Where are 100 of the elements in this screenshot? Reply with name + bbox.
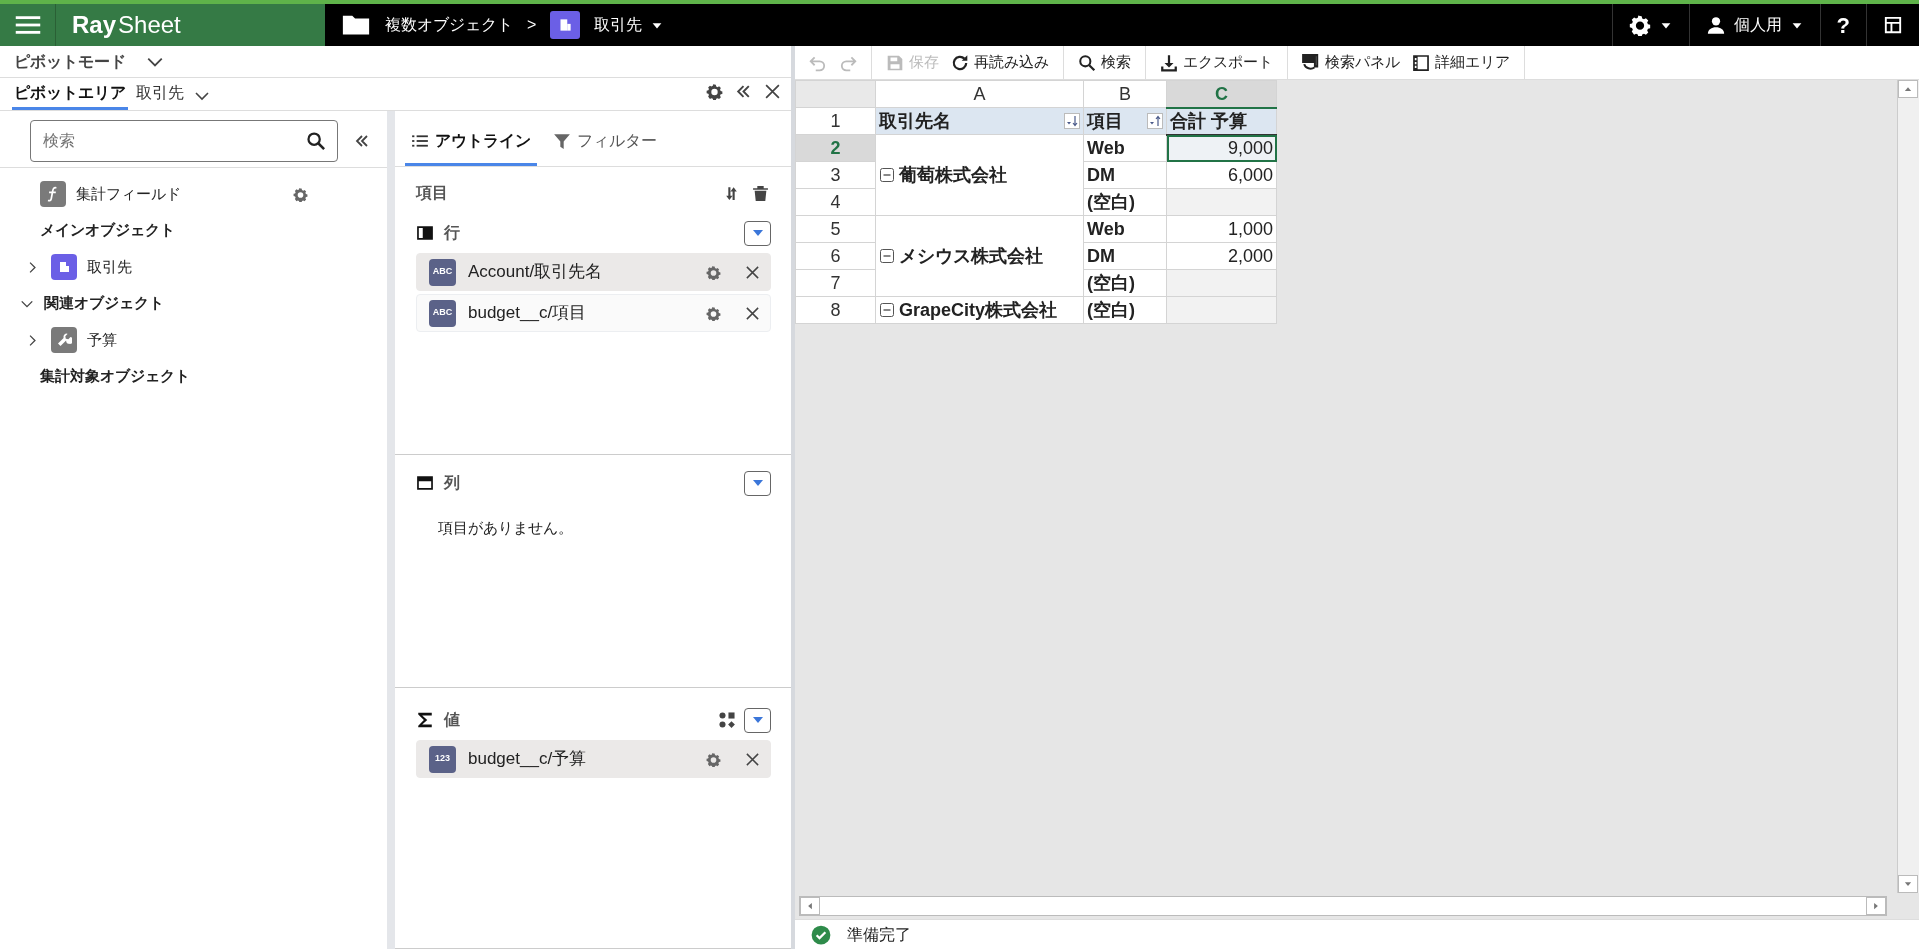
table-cell: 1,000 [1227,219,1273,239]
settings-icon [706,305,721,321]
group-label: 葡萄株式会社 [899,166,1007,184]
close-icon [745,751,760,767]
fields-heading: 項目 [416,183,448,203]
table-cell: Web [1083,134,1167,162]
dropdown-button[interactable] [744,707,771,733]
table-cell: 6,000 [1227,165,1273,185]
toolbar-button[interactable]: 詳細エリア [1412,51,1510,74]
filter-icon [553,132,571,150]
settings-button[interactable] [704,81,725,102]
collapse-button[interactable] [879,302,895,318]
close-icon [745,264,760,280]
toolbar-button[interactable]: 検索パネル [1302,51,1400,74]
area-title: 値 [444,710,460,730]
empty-message: 項目がありません。 [437,518,574,538]
minus-box-icon [879,167,895,183]
type-badge: ABC [429,299,456,327]
toolbar-button[interactable]: 検索 [1078,51,1131,74]
outline-tab[interactable]: フィルター [547,129,663,166]
group-label: GrapeCity株式会社 [899,301,1058,319]
section-title: メインオブジェクト [40,220,175,241]
layout-icon [1883,15,1903,35]
table-cell: 9,000 [1227,138,1273,159]
type-badge: ABC [429,258,456,286]
type-badge: 123 [429,745,456,773]
minus-box-icon [879,248,895,264]
folder-link[interactable]: 複数オブジェクト [385,13,513,37]
group-label: メシウス株式会社 [899,247,1043,265]
field-label: Account/取引先名 [468,261,604,284]
row-header[interactable]: 7 [795,269,876,297]
search-field[interactable]: 検索 [30,120,338,162]
toolbar-button[interactable]: エクスポート [1160,51,1273,74]
area-title: 列 [444,473,460,493]
row-header[interactable]: 8 [795,296,876,324]
table-cell: DM [1083,161,1167,189]
field-label: budget__c/項目 [468,302,588,325]
row-header[interactable]: 5 [795,215,876,243]
section-title: 集計対象オブジェクト [40,366,190,387]
minus-box-icon [879,302,895,318]
save-icon [886,53,904,72]
row-header[interactable]: 1 [795,107,876,135]
scroll-left-button[interactable] [800,897,820,915]
download-icon [1160,53,1178,72]
scroll-down-button[interactable] [1898,875,1918,893]
row-header[interactable]: 3 [795,161,876,189]
double-chevron-left-icon [354,133,370,149]
wrench-icon [51,327,77,353]
search-icon [306,131,326,151]
tree-item-label[interactable]: 予算 [87,328,117,352]
tree-item-label[interactable]: 取引先 [87,255,132,279]
area-title: 行 [444,223,460,243]
close-icon [764,83,781,100]
row-header[interactable]: 2 [795,134,876,162]
help-button[interactable]: ? [1819,4,1866,46]
column-layout-icon [416,474,434,492]
dropdown-button[interactable] [744,470,771,496]
panel-tab[interactable]: 取引先 [134,81,186,110]
mode-dropdown[interactable]: ピボットモード [12,47,166,76]
sigma-icon [416,711,434,729]
column-header[interactable]: B [1083,80,1167,108]
row-header[interactable]: 6 [795,242,876,270]
field-chip[interactable]: ABC budget__c/項目 [416,294,771,332]
scroll-up-button[interactable] [1898,80,1918,98]
collapse-button[interactable] [879,167,895,183]
breadcrumb-separator: > [527,15,537,35]
logo-text: Sheet [118,10,181,40]
outline-tab[interactable]: アウトライン [405,129,537,166]
object-dropdown[interactable]: 取引先 [594,13,681,37]
table-cell: 2,000 [1227,246,1273,266]
settings-icon [293,186,308,202]
table-cell: (空白) [1083,188,1167,216]
table-cell: (空白) [1083,269,1167,297]
header-label: 取引先名 [879,112,951,130]
scroll-right-button[interactable] [1866,897,1886,915]
dropdown-button[interactable] [744,220,771,246]
toolbar-button[interactable]: 再読み込み [951,51,1049,74]
user-menu[interactable]: 個人用 [1688,4,1820,46]
collapse-button[interactable] [879,248,895,264]
detail-icon [1412,53,1430,72]
grid-dots-icon [718,711,736,729]
column-header[interactable]: A [875,80,1084,108]
list-icon [411,132,429,150]
table-cell: (空白) [1083,296,1167,324]
sort-button[interactable] [1064,113,1080,129]
close-icon [745,305,760,321]
field-chip[interactable]: ABC Account/取引先名 [416,253,771,291]
logo-text: Ray [72,10,117,40]
column-header[interactable]: C [1166,80,1277,108]
trash-icon [752,184,769,202]
double-chevron-left-icon [735,83,752,100]
row-header[interactable]: 4 [795,188,876,216]
field-label: budget__c/予算 [468,748,588,771]
check-circle-icon [811,924,831,945]
sort-button[interactable] [1147,113,1163,129]
settings-icon [706,83,723,100]
status-text: 準備完了 [847,924,911,945]
panel-tab[interactable]: ピボットエリア [12,81,128,110]
tree-item-label[interactable]: 集計フィールド [76,182,181,206]
field-chip[interactable]: 123 budget__c/予算 [416,740,771,778]
